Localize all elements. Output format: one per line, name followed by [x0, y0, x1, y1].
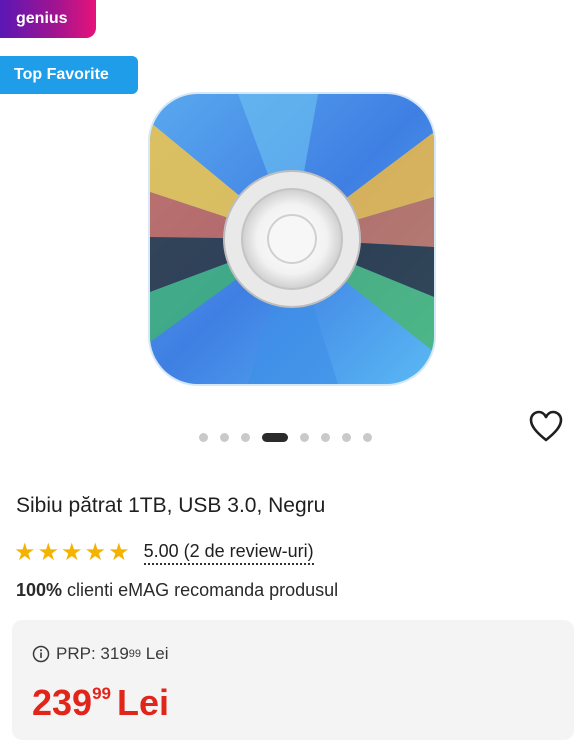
carousel-dot[interactable] — [362, 432, 372, 442]
product-image[interactable] — [118, 62, 464, 412]
star-icon: ★ — [108, 539, 130, 566]
genius-label: genius — [16, 10, 68, 27]
carousel-indicator[interactable] — [0, 431, 586, 443]
rating-reviews-link[interactable]: 5.00 (2 de review-uri) — [143, 541, 314, 565]
star-icon: ★ — [37, 539, 60, 566]
carousel-dot[interactable] — [261, 432, 288, 442]
prp-label: PRP: — [56, 644, 96, 663]
prp-int: 319 — [100, 644, 129, 663]
disc-image-icon — [148, 92, 436, 386]
rating-stars: ★ ★ ★ ★ ★ — [14, 541, 130, 565]
star-icon: ★ — [84, 539, 107, 566]
carousel-dot[interactable] — [219, 432, 229, 442]
top-favorite-label: Top Favorite — [14, 66, 109, 83]
price-currency: Lei — [117, 682, 170, 723]
prp-dec: 99 — [128, 648, 142, 660]
product-title: Sibiu pătrat 1TB, USB 3.0, Negru — [16, 494, 326, 517]
carousel-dot[interactable] — [341, 432, 351, 442]
info-icon[interactable] — [32, 645, 50, 663]
price-dec: 99 — [92, 684, 111, 703]
carousel-dot[interactable] — [198, 432, 208, 442]
carousel-dot[interactable] — [320, 432, 330, 442]
rating-row: ★ ★ ★ ★ ★ 5.00 (2 de review-uri) — [14, 541, 314, 565]
recommend-percent: 100% — [16, 580, 63, 600]
genius-badge: genius — [0, 0, 96, 38]
price-card: PRP: 319 99 Lei 23999 Lei — [12, 620, 574, 740]
prp-price: PRP: 319 99 Lei — [32, 644, 168, 664]
recommend-text: 100% clienti eMAG recomanda produsul — [16, 580, 338, 601]
star-icon: ★ — [14, 539, 36, 566]
current-price: 23999 Lei — [32, 674, 169, 723]
price-int: 239 — [32, 682, 93, 723]
carousel-dot[interactable] — [299, 432, 309, 442]
prp-currency: Lei — [145, 644, 169, 663]
recommend-label: clienti eMAG recomanda produsul — [62, 580, 339, 600]
carousel-dot[interactable] — [240, 432, 250, 442]
star-icon: ★ — [61, 539, 83, 566]
